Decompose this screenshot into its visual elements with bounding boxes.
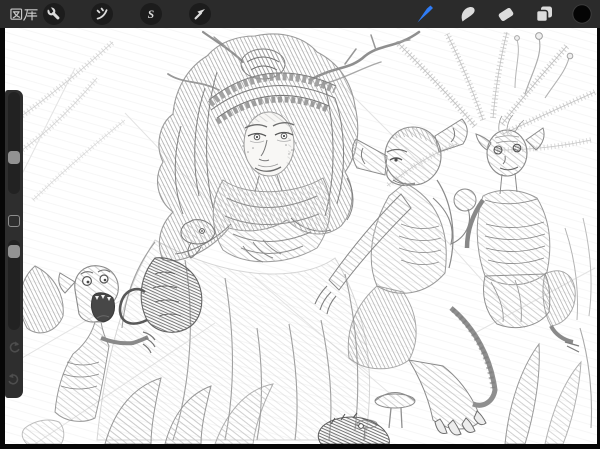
brush-icon xyxy=(413,2,437,26)
opacity-slider[interactable] xyxy=(8,240,20,330)
actions-button[interactable] xyxy=(43,3,65,25)
color-button[interactable] xyxy=(570,2,594,26)
brush-size-slider[interactable] xyxy=(8,92,20,194)
brush-size-handle[interactable] xyxy=(8,151,20,164)
eraser-icon xyxy=(494,2,518,26)
opacity-handle[interactable] xyxy=(8,245,20,258)
paint-tool-button[interactable] xyxy=(413,2,437,26)
selection-icon: S xyxy=(142,5,160,23)
color-swatch xyxy=(570,2,594,26)
transform-arrow-icon xyxy=(191,5,209,23)
undo-button[interactable] xyxy=(7,340,21,354)
wrench-icon xyxy=(45,5,63,23)
canvas-artwork[interactable] xyxy=(5,28,597,444)
gallery-button[interactable]: 图库 xyxy=(10,7,38,22)
undo-icon xyxy=(7,340,21,354)
gallery-label xyxy=(10,7,38,22)
toolbar: 图库 xyxy=(0,0,600,28)
modify-button[interactable] xyxy=(8,215,20,227)
sidebar xyxy=(5,90,23,398)
transform-button[interactable] xyxy=(189,3,211,25)
layers-icon xyxy=(532,2,556,26)
adjustments-icon xyxy=(93,5,111,23)
redo-icon xyxy=(7,372,21,386)
pencil-sketch xyxy=(5,28,597,444)
erase-tool-button[interactable] xyxy=(494,2,518,26)
smudge-icon xyxy=(456,2,480,26)
layers-button[interactable] xyxy=(532,2,556,26)
screen-edge-bottom xyxy=(0,444,600,449)
svg-text:S: S xyxy=(148,9,154,21)
selection-button[interactable]: S xyxy=(140,3,162,25)
adjustments-button[interactable] xyxy=(91,3,113,25)
redo-button[interactable] xyxy=(7,372,21,386)
smudge-tool-button[interactable] xyxy=(456,2,480,26)
